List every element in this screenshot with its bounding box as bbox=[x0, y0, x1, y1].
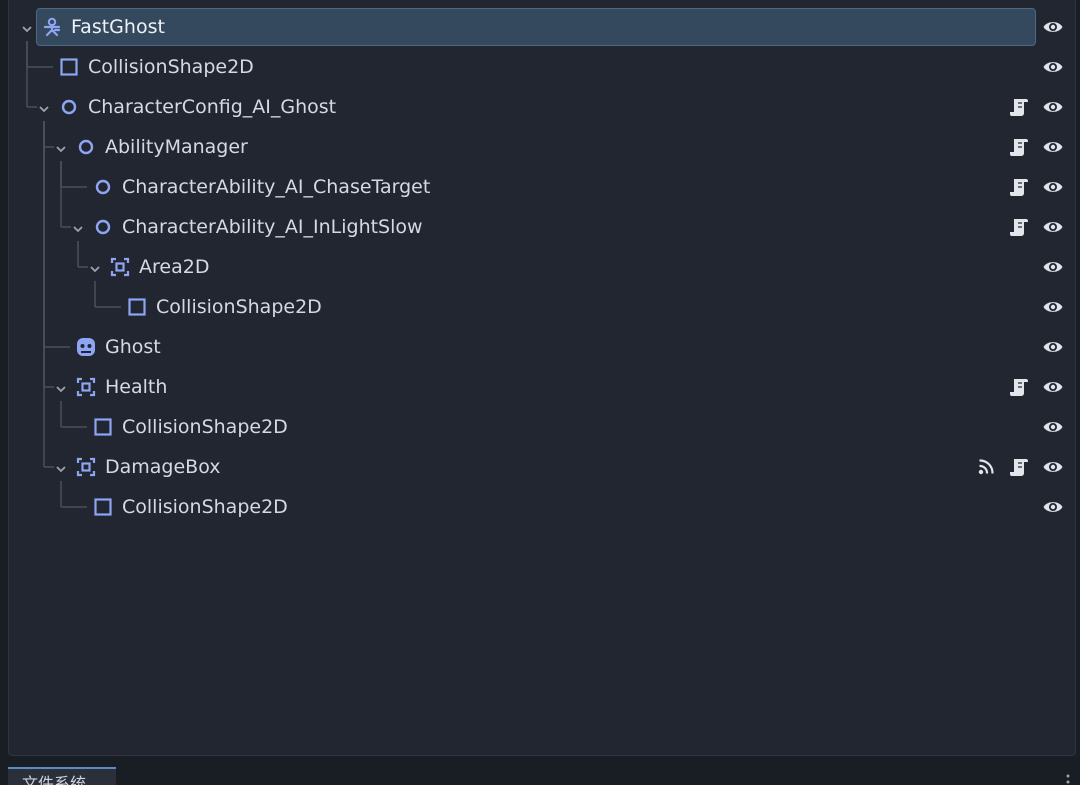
scene-tree[interactable]: FastGhost CollisionShape2D CharacterConfig… bbox=[0, 0, 1080, 760]
tree-row-health[interactable]: Health bbox=[0, 367, 1080, 407]
signal-connected-icon[interactable] bbox=[976, 457, 996, 477]
area2d-icon bbox=[76, 457, 96, 477]
collision-shape-icon bbox=[93, 417, 113, 437]
node-circle-icon bbox=[93, 217, 113, 237]
area2d-icon bbox=[110, 257, 130, 277]
script-icon[interactable] bbox=[1009, 177, 1029, 197]
script-icon[interactable] bbox=[1009, 137, 1029, 157]
expand-arrow-icon[interactable] bbox=[54, 461, 68, 475]
expand-arrow-icon[interactable] bbox=[88, 261, 102, 275]
collision-shape-icon bbox=[93, 497, 113, 517]
area2d-icon bbox=[76, 377, 96, 397]
collision-shape-icon bbox=[127, 297, 147, 317]
node-name: Ghost bbox=[105, 336, 161, 358]
expand-arrow-icon[interactable] bbox=[20, 21, 34, 35]
expand-arrow-icon[interactable] bbox=[54, 381, 68, 395]
visibility-eye-icon[interactable] bbox=[1042, 296, 1064, 318]
tab-filesystem[interactable]: 文件系统 bbox=[8, 767, 116, 785]
tree-row-abilitymanager[interactable]: AbilityManager bbox=[0, 127, 1080, 167]
tree-row-characterability-ai-chasetarget[interactable]: CharacterAbility_AI_ChaseTarget bbox=[0, 167, 1080, 207]
visibility-eye-icon[interactable] bbox=[1042, 256, 1064, 278]
tree-row-characterability-ai-inlightslow[interactable]: CharacterAbility_AI_InLightSlow bbox=[0, 207, 1080, 247]
menu-dots-icon[interactable] bbox=[1066, 774, 1070, 785]
node-name: CharacterConfig_AI_Ghost bbox=[88, 96, 337, 118]
tab-filesystem-label: 文件系统 bbox=[22, 774, 87, 785]
visibility-eye-icon[interactable] bbox=[1042, 136, 1064, 158]
visibility-eye-icon[interactable] bbox=[1042, 336, 1064, 358]
visibility-eye-icon[interactable] bbox=[1042, 56, 1064, 78]
script-icon[interactable] bbox=[1009, 217, 1029, 237]
visibility-eye-icon[interactable] bbox=[1042, 456, 1064, 478]
tree-row-damagebox[interactable]: DamageBox bbox=[0, 447, 1080, 487]
tree-row-collisionshape2d[interactable]: CollisionShape2D bbox=[0, 287, 1080, 327]
tree-row-collisionshape2d[interactable]: CollisionShape2D bbox=[0, 47, 1080, 87]
visibility-eye-icon[interactable] bbox=[1042, 376, 1064, 398]
character-body-icon bbox=[42, 17, 62, 37]
visibility-eye-icon[interactable] bbox=[1042, 416, 1064, 438]
collision-shape-icon bbox=[59, 57, 79, 77]
expand-arrow-icon[interactable] bbox=[37, 101, 51, 115]
node-name: CollisionShape2D bbox=[122, 416, 288, 438]
node-name: CharacterAbility_AI_InLightSlow bbox=[122, 216, 423, 238]
node-circle-icon bbox=[59, 97, 79, 117]
tree-row-area2d[interactable]: Area2D bbox=[0, 247, 1080, 287]
node-circle-icon bbox=[76, 137, 96, 157]
visibility-eye-icon[interactable] bbox=[1042, 16, 1064, 38]
script-icon[interactable] bbox=[1009, 457, 1029, 477]
node-name: AbilityManager bbox=[105, 136, 248, 158]
node-name: FastGhost bbox=[71, 16, 165, 38]
node-name: DamageBox bbox=[105, 456, 221, 478]
visibility-eye-icon[interactable] bbox=[1042, 96, 1064, 118]
tree-row-collisionshape2d[interactable]: CollisionShape2D bbox=[0, 407, 1080, 447]
expand-arrow-icon[interactable] bbox=[54, 141, 68, 155]
node-name: Health bbox=[105, 376, 168, 398]
node-name: CharacterAbility_AI_ChaseTarget bbox=[122, 176, 431, 198]
script-icon[interactable] bbox=[1009, 97, 1029, 117]
node-circle-icon bbox=[93, 177, 113, 197]
tree-row-ghost[interactable]: Ghost bbox=[0, 327, 1080, 367]
node-name: CollisionShape2D bbox=[122, 496, 288, 518]
node-name: CollisionShape2D bbox=[88, 56, 254, 78]
expand-arrow-icon[interactable] bbox=[71, 221, 85, 235]
visibility-eye-icon[interactable] bbox=[1042, 496, 1064, 518]
visibility-eye-icon[interactable] bbox=[1042, 216, 1064, 238]
selection-highlight bbox=[36, 8, 1036, 46]
tree-row-fastghost[interactable]: FastGhost bbox=[0, 7, 1080, 47]
tree-row-characterconfig-ai-ghost[interactable]: CharacterConfig_AI_Ghost bbox=[0, 87, 1080, 127]
sprite-ghost-icon bbox=[76, 337, 96, 357]
node-name: Area2D bbox=[139, 256, 210, 278]
visibility-eye-icon[interactable] bbox=[1042, 176, 1064, 198]
node-name: CollisionShape2D bbox=[156, 296, 322, 318]
tree-row-collisionshape2d[interactable]: CollisionShape2D bbox=[0, 487, 1080, 527]
script-icon[interactable] bbox=[1009, 377, 1029, 397]
